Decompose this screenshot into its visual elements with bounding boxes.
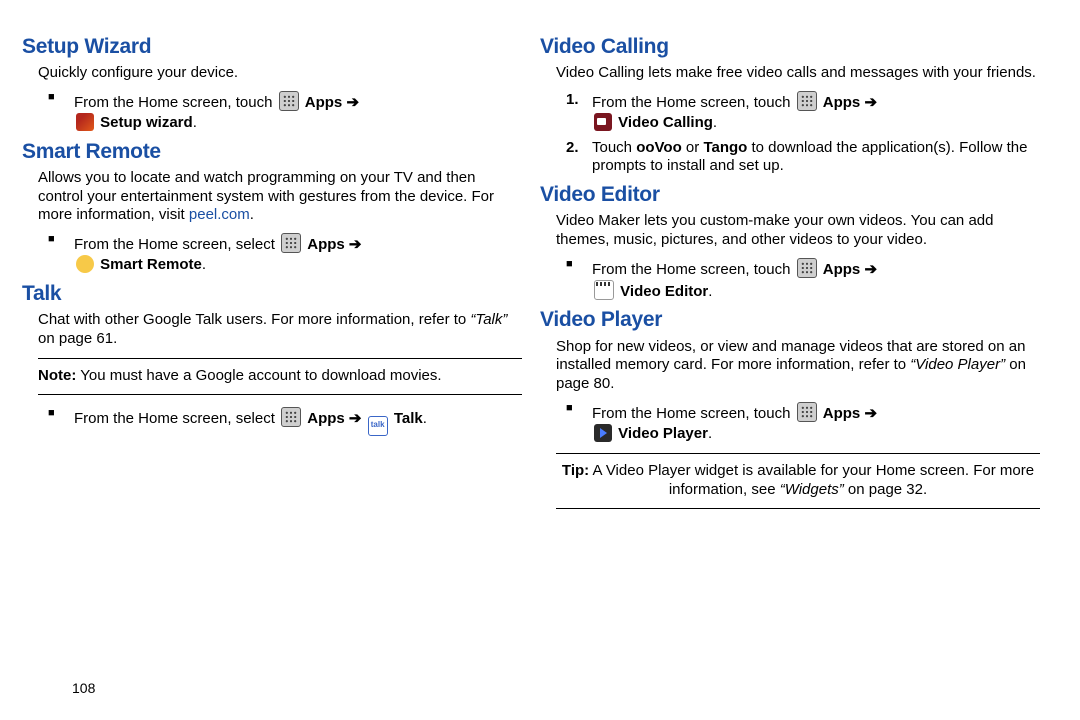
vplay-step: ■ From the Home screen, touch Apps ➔ Vid… — [566, 402, 1040, 444]
step-number: 2. — [566, 139, 592, 177]
vedit-step: ■ From the Home screen, touch Apps ➔ Vid… — [566, 258, 1040, 302]
apps-icon — [279, 91, 299, 111]
heading-smart-remote: Smart Remote — [22, 139, 522, 165]
apps-icon — [797, 91, 817, 111]
vedit-lead: Video Maker lets you custom-make your ow… — [556, 212, 1040, 250]
setup-step-text: From the Home screen, touch Apps ➔ Setup… — [74, 91, 522, 133]
remote-step: ■ From the Home screen, select Apps ➔ Sm… — [48, 233, 522, 275]
vcall-step2: 2. Touch ooVoo or Tango to download the … — [566, 139, 1040, 177]
bullet-icon: ■ — [566, 402, 592, 444]
video-calling-icon — [594, 113, 612, 131]
setup-step: ■ From the Home screen, touch Apps ➔ Set… — [48, 91, 522, 133]
video-player-icon — [594, 424, 612, 442]
apps-icon — [281, 233, 301, 253]
setup-wizard-icon — [76, 113, 94, 131]
bullet-icon: ■ — [48, 91, 74, 133]
talk-note: Note: You must have a Google account to … — [38, 358, 522, 395]
heading-video-editor: Video Editor — [540, 182, 1040, 208]
setup-lead: Quickly configure your device. — [38, 64, 522, 83]
video-editor-icon — [594, 280, 614, 300]
heading-video-player: Video Player — [540, 307, 1040, 333]
manual-page: Setup Wizard Quickly configure your devi… — [0, 0, 1080, 720]
remote-lead: Allows you to locate and watch programmi… — [38, 169, 522, 225]
talk-step: ■ From the Home screen, select Apps ➔ ta… — [48, 407, 522, 436]
remote-step-text: From the Home screen, select Apps ➔ Smar… — [74, 233, 522, 275]
vcall-step1: 1. From the Home screen, touch Apps ➔ Vi… — [566, 91, 1040, 133]
talk-icon: talk — [368, 416, 388, 436]
bullet-icon: ■ — [48, 233, 74, 275]
apps-icon — [797, 402, 817, 422]
step-number: 1. — [566, 91, 592, 133]
heading-video-calling: Video Calling — [540, 34, 1040, 60]
right-column: Video Calling Video Calling lets make fr… — [542, 30, 1060, 710]
heading-setup-wizard: Setup Wizard — [22, 34, 522, 60]
peel-link[interactable]: peel.com — [189, 206, 250, 223]
smart-remote-icon — [76, 255, 94, 273]
vcall-lead: Video Calling lets make free video calls… — [556, 64, 1040, 83]
apps-icon — [797, 258, 817, 278]
vplay-lead: Shop for new videos, or view and manage … — [556, 338, 1040, 394]
bullet-icon: ■ — [48, 407, 74, 436]
bullet-icon: ■ — [566, 258, 592, 302]
heading-talk: Talk — [22, 281, 522, 307]
talk-step-text: From the Home screen, select Apps ➔ talk… — [74, 407, 522, 436]
talk-lead: Chat with other Google Talk users. For m… — [38, 311, 522, 349]
page-number: 108 — [72, 680, 95, 696]
apps-icon — [281, 407, 301, 427]
left-column: Setup Wizard Quickly configure your devi… — [40, 30, 542, 710]
vplay-tip: Tip: A Video Player widget is available … — [556, 453, 1040, 509]
